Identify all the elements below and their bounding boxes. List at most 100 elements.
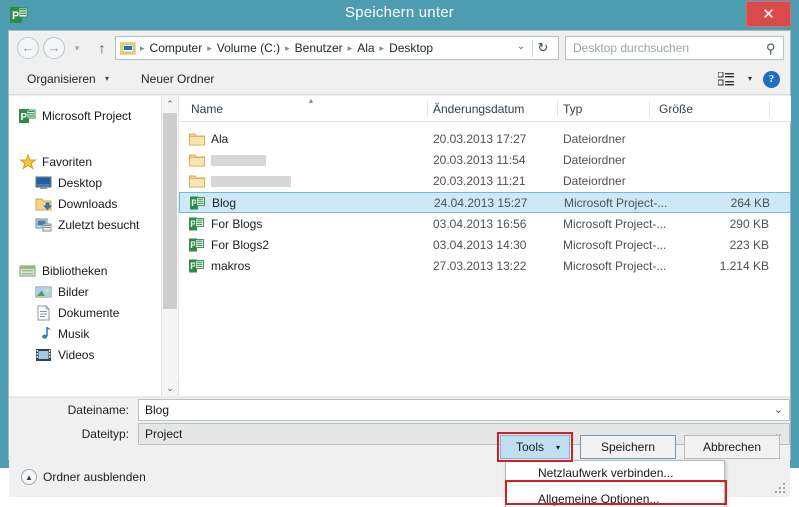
downloads-icon (35, 196, 53, 212)
file-size-cell: 223 KB (729, 238, 769, 252)
star-icon (18, 153, 38, 170)
view-options-icon[interactable] (717, 71, 734, 86)
breadcrumb-item-computer[interactable]: Computer (147, 41, 206, 55)
recent-locations-icon[interactable]: ▾ (71, 42, 83, 54)
file-type-cell: Dateiordner (563, 153, 626, 167)
redacted-file-name (211, 175, 291, 187)
column-header-name[interactable]: Name (191, 102, 223, 116)
refresh-icon[interactable]: ↻ (534, 40, 552, 56)
resize-grip[interactable] (773, 481, 785, 493)
breadcrumb-separator: ▸ (379, 42, 385, 53)
file-date-cell: 20.03.2013 11:21 (433, 174, 526, 188)
table-row[interactable]: 20.03.2013 11:21 Dateiordner (179, 171, 791, 192)
chevron-down-icon[interactable]: ⌄ (774, 403, 783, 416)
filename-input[interactable]: Blog ⌄ (138, 399, 790, 421)
file-type-cell: Microsoft Project-... (563, 259, 667, 273)
folder-icon (189, 132, 205, 146)
column-header-size[interactable]: Größe (659, 102, 693, 116)
documents-icon (35, 304, 53, 321)
filetype-value: Project (145, 427, 183, 441)
column-divider[interactable] (649, 101, 650, 117)
chevron-down-icon[interactable]: ▾ (748, 74, 752, 83)
column-divider[interactable] (427, 101, 428, 117)
column-header-type[interactable]: Typ (563, 102, 582, 116)
folder-icon (189, 153, 205, 167)
breadcrumb-item-benutzer[interactable]: Benutzer (292, 41, 346, 55)
column-divider[interactable] (769, 101, 770, 117)
hide-folders-button[interactable]: ▲ Ordner ausblenden (21, 469, 146, 485)
dialog-body: ← → ▾ ↑ ▸ Computer ▸ Volume (C:) ▸ Benut… (8, 30, 791, 497)
scroll-up-icon[interactable]: ⌃ (162, 96, 178, 112)
sidebar-item-zuletzt-besucht[interactable]: Zuletzt besucht (19, 214, 159, 235)
desktop-icon (35, 175, 53, 191)
sidebar-item-videos[interactable]: Videos (19, 344, 159, 365)
scrollbar-thumb[interactable] (163, 113, 177, 309)
sidebar-item-label: Microsoft Project (42, 108, 132, 123)
search-input[interactable]: Desktop durchsuchen ⚲ (565, 36, 784, 60)
file-type-cell: Microsoft Project-... (563, 238, 667, 252)
file-name-cell: P Blog (190, 196, 236, 210)
sidebar-item-label: Desktop (58, 175, 103, 190)
file-date-cell: 03.04.2013 14:30 (433, 238, 527, 252)
navigation-pane-scrollbar[interactable]: ⌃ ⌄ (161, 96, 178, 396)
menu-item-netzlaufwerk-verbinden[interactable]: Netzlaufwerk verbinden... (506, 461, 724, 486)
navigation-pane: P Microsoft Project Favoriten Desktop Do… (9, 96, 161, 396)
organize-button[interactable]: Organisieren (27, 72, 96, 86)
column-divider[interactable] (557, 101, 558, 117)
breadcrumb-item-desktop[interactable]: Desktop (386, 41, 436, 55)
forward-button[interactable]: → (43, 37, 65, 59)
new-folder-button[interactable]: Neuer Ordner (141, 72, 214, 86)
file-size-cell: 264 KB (730, 196, 770, 210)
file-name-cell: P makros (189, 259, 250, 273)
file-name-label: For Blogs2 (211, 238, 270, 252)
file-type-cell: Dateiordner (563, 132, 626, 146)
folder-icon (189, 174, 205, 188)
chevron-down-icon[interactable]: ⌄ (514, 41, 528, 52)
file-type-cell: Microsoft Project-... (563, 217, 667, 231)
breadcrumb[interactable]: ▸ Computer ▸ Volume (C:) ▸ Benutzer ▸ Al… (115, 36, 559, 60)
breadcrumb-separator: ▸ (140, 42, 145, 53)
cancel-button[interactable]: Abbrechen (684, 435, 780, 459)
file-type-cell: Dateiordner (563, 174, 626, 188)
scroll-down-icon[interactable]: ⌄ (162, 380, 178, 396)
save-as-dialog-screenshot: P Speichern unter ✕ ← → ▾ ↑ ▸ Computer ▸… (0, 0, 799, 507)
sidebar-item-bilder[interactable]: Bilder (19, 281, 159, 302)
breadcrumb-item-volume-c[interactable]: Volume (C:) (214, 41, 283, 55)
sidebar-item-dokumente[interactable]: Dokumente (19, 302, 159, 323)
table-row[interactable]: P For Blogs 03.04.2013 16:56 Microsoft P… (179, 214, 791, 235)
sidebar-item-musik[interactable]: Musik (19, 323, 159, 344)
file-name-cell (189, 174, 291, 188)
libraries-icon (19, 263, 37, 279)
table-row[interactable]: Ala 20.03.2013 17:27 Dateiordner (179, 129, 791, 150)
up-one-level-button[interactable]: ↑ (93, 39, 111, 57)
close-icon[interactable]: ✕ (746, 1, 791, 27)
menu-item-allgemeine-optionen[interactable]: Allgemeine Optionen... (506, 486, 724, 507)
sidebar-item-microsoft-project[interactable]: P Microsoft Project (19, 105, 159, 126)
filename-label: Dateiname: (67, 403, 129, 417)
chevron-up-icon: ▲ (21, 469, 37, 485)
file-name-cell: P For Blogs2 (189, 238, 269, 252)
tools-button[interactable]: Tools ▾ (500, 435, 570, 459)
save-button[interactable]: Speichern (580, 435, 676, 459)
table-row[interactable]: P Blog 24.04.2013 15:27 Microsoft Projec… (179, 192, 791, 213)
column-header-modified[interactable]: Änderungsdatum (433, 102, 524, 116)
table-row[interactable]: 20.03.2013 11:54 Dateiordner (179, 150, 791, 171)
search-icon: ⚲ (766, 41, 776, 56)
sidebar-item-label: Zuletzt besucht (58, 217, 140, 232)
table-row[interactable]: P makros 27.03.2013 13:22 Microsoft Proj… (179, 256, 791, 277)
sidebar-item-bibliotheken[interactable]: Bibliotheken (19, 260, 159, 281)
sidebar-item-favoriten[interactable]: Favoriten (18, 151, 159, 172)
breadcrumb-separator: ▸ (285, 42, 290, 53)
file-date-cell: 24.04.2013 15:27 (434, 196, 528, 210)
table-row[interactable]: P For Blogs2 03.04.2013 14:30 Microsoft … (179, 235, 791, 256)
file-date-cell: 03.04.2013 16:56 (433, 217, 527, 231)
help-icon[interactable]: ? (763, 71, 780, 88)
file-name-label: makros (211, 259, 251, 273)
sidebar-item-desktop[interactable]: Desktop (19, 172, 159, 193)
back-button[interactable]: ← (17, 37, 39, 59)
sidebar-item-label: Musik (58, 326, 90, 341)
chevron-down-icon: ▾ (555, 443, 560, 452)
chevron-down-icon[interactable]: ▾ (105, 74, 109, 83)
breadcrumb-item-ala[interactable]: Ala (354, 41, 377, 55)
sidebar-item-downloads[interactable]: Downloads (19, 193, 159, 214)
